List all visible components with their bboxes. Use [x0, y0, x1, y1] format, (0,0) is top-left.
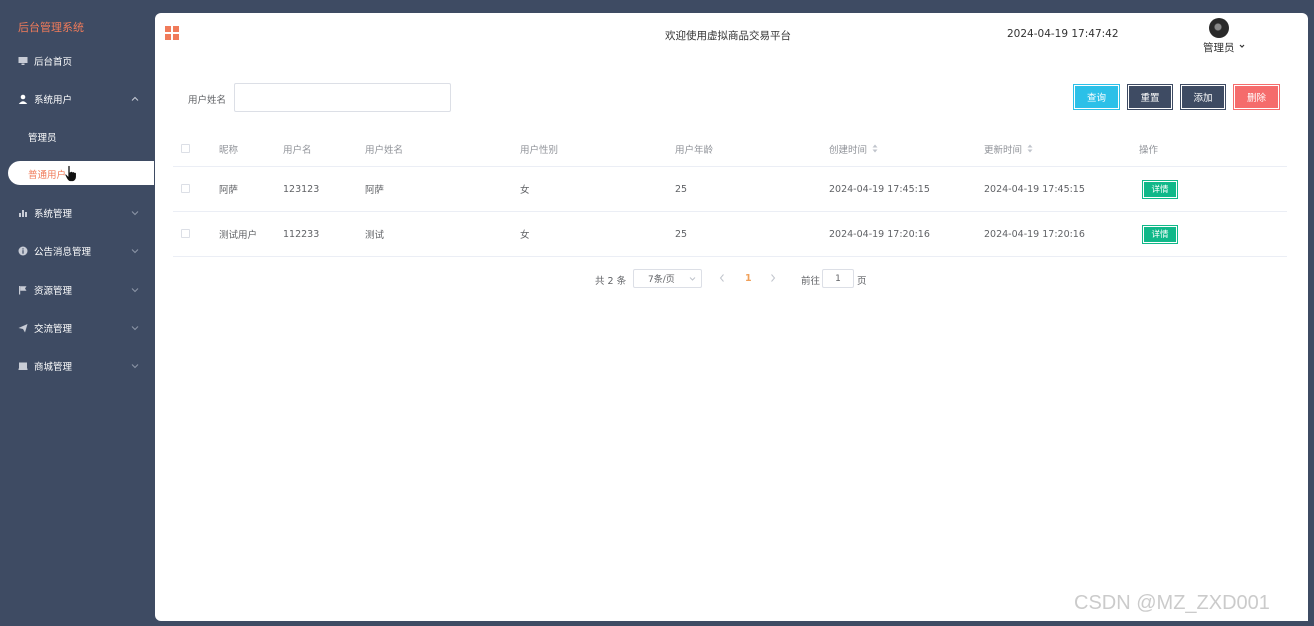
cell-username: 123123 [283, 183, 320, 195]
column-header-updated-label: 更新时间 [984, 144, 1023, 156]
sidebar-item-communication[interactable]: 交流管理 [0, 318, 154, 338]
monitor-icon [18, 56, 28, 66]
cell-gender: 女 [520, 230, 530, 241]
sort-icon[interactable] [872, 144, 878, 153]
sidebar: 后台管理系统 后台首页 系统用户 管理员 普通用户 系统管理 公告消息管理 资源… [0, 0, 154, 626]
cell-created: 2024-04-19 17:45:15 [829, 183, 930, 195]
next-page-icon[interactable] [769, 273, 777, 283]
table-row: 阿萨 123123 阿萨 女 25 2024-04-19 17:45:15 20… [173, 167, 1287, 212]
table-header: 昵称 用户名 用户姓名 用户性别 用户年龄 创建时间 更新时间 操作 [173, 131, 1287, 167]
chevron-down-icon [689, 277, 696, 281]
cell-username: 112233 [283, 228, 320, 240]
select-all-checkbox[interactable] [181, 144, 190, 153]
header-datetime: 2024-04-19 17:47:42 [1007, 28, 1119, 40]
sidebar-item-resources[interactable]: 资源管理 [0, 280, 154, 300]
page-suffix-label: 页 [857, 276, 867, 287]
cell-updated: 2024-04-19 17:45:15 [984, 183, 1085, 195]
column-header-actions: 操作 [1139, 144, 1159, 156]
column-header-gender: 用户性别 [520, 144, 559, 156]
detail-button[interactable]: 详情 [1142, 224, 1178, 244]
avatar[interactable] [1209, 18, 1229, 38]
main-panel: 欢迎使用虚拟商品交易平台 2024-04-19 17:47:42 管理员 用户姓… [155, 13, 1308, 621]
cell-created: 2024-04-19 17:20:16 [829, 228, 930, 240]
cell-gender: 女 [520, 185, 530, 196]
row-checkbox[interactable] [181, 229, 190, 238]
chevron-down-icon [131, 364, 139, 369]
page-title: 欢迎使用虚拟商品交易平台 [665, 30, 791, 42]
sidebar-item-label: 商城管理 [34, 362, 73, 373]
column-header-age: 用户年龄 [675, 144, 714, 156]
send-icon [18, 323, 28, 333]
page-number-current[interactable]: 1 [745, 273, 752, 284]
user-icon [18, 94, 28, 104]
delete-button[interactable]: 删除 [1233, 84, 1280, 110]
prev-page-icon[interactable] [718, 273, 726, 283]
sidebar-item-home[interactable]: 后台首页 [0, 51, 154, 71]
watermark: CSDN @MZ_ZXD001 [1074, 592, 1270, 614]
hand-cursor-icon [64, 165, 77, 182]
cell-actions: 详情 [1142, 212, 1178, 256]
chevron-down-icon [131, 249, 139, 254]
sidebar-item-label: 后台首页 [34, 57, 73, 68]
sidebar-item-shop[interactable]: 商城管理 [0, 356, 154, 376]
column-header-updated[interactable]: 更新时间 [984, 131, 1033, 166]
brand-title: 后台管理系统 [18, 21, 84, 34]
pagination: 共 2 条 7条/页 1 前往 页 [155, 269, 1308, 289]
column-header-realname: 用户姓名 [365, 144, 404, 156]
chevron-down-icon [131, 288, 139, 293]
sidebar-item-announcement[interactable]: 公告消息管理 [0, 241, 154, 261]
column-header-created[interactable]: 创建时间 [829, 131, 878, 166]
row-checkbox[interactable] [181, 184, 190, 193]
cell-actions: 详情 [1142, 167, 1178, 211]
sidebar-item-system-users[interactable]: 系统用户 [0, 89, 154, 109]
chevron-down-icon [131, 326, 139, 331]
username-search-input[interactable] [234, 83, 451, 112]
sidebar-subitem-label: 普通用户 [28, 170, 67, 181]
column-header-nickname: 昵称 [219, 144, 239, 156]
user-menu-label[interactable]: 管理员 [1203, 40, 1235, 55]
page-size-select[interactable]: 7条/页 [633, 269, 702, 288]
sidebar-item-label: 资源管理 [34, 286, 73, 297]
info-icon [18, 246, 28, 256]
page-size-value: 7条/页 [648, 275, 675, 285]
sidebar-item-label: 交流管理 [34, 324, 73, 335]
flag-icon [18, 285, 28, 295]
sidebar-item-label: 公告消息管理 [34, 247, 92, 258]
sidebar-item-system-management[interactable]: 系统管理 [0, 203, 154, 223]
goto-page-input[interactable] [822, 269, 854, 288]
sort-icon[interactable] [1027, 144, 1033, 153]
search-label: 用户姓名 [188, 95, 227, 106]
chevron-up-icon [131, 96, 139, 101]
cell-realname: 测试 [365, 230, 385, 241]
cell-updated: 2024-04-19 17:20:16 [984, 228, 1085, 240]
goto-label: 前往 [801, 276, 821, 287]
pagination-total: 共 2 条 [595, 276, 627, 287]
detail-button[interactable]: 详情 [1142, 179, 1178, 199]
caret-down-icon[interactable] [1239, 43, 1245, 49]
cell-nickname: 测试用户 [219, 230, 258, 241]
query-button[interactable]: 查询 [1073, 84, 1120, 110]
user-table: 昵称 用户名 用户姓名 用户性别 用户年龄 创建时间 更新时间 操作 阿萨 12… [173, 131, 1287, 257]
sidebar-subitem-admin[interactable]: 管理员 [28, 130, 57, 144]
cell-nickname: 阿萨 [219, 185, 239, 196]
column-header-username: 用户名 [283, 144, 312, 156]
sidebar-item-label: 系统用户 [34, 95, 73, 106]
reset-button[interactable]: 重置 [1127, 84, 1173, 110]
cell-age: 25 [675, 183, 688, 195]
sidebar-subitem-normal-user[interactable]: 普通用户 [8, 161, 154, 185]
table-row: 测试用户 112233 测试 女 25 2024-04-19 17:20:16 … [173, 212, 1287, 257]
cell-age: 25 [675, 228, 688, 240]
cell-realname: 阿萨 [365, 185, 385, 196]
chevron-down-icon [131, 211, 139, 216]
bar-chart-icon [18, 208, 28, 218]
grid-icon[interactable] [165, 26, 179, 40]
column-header-created-label: 创建时间 [829, 144, 868, 156]
add-button[interactable]: 添加 [1180, 84, 1226, 110]
shop-icon [18, 361, 28, 371]
sidebar-item-label: 系统管理 [34, 209, 73, 220]
